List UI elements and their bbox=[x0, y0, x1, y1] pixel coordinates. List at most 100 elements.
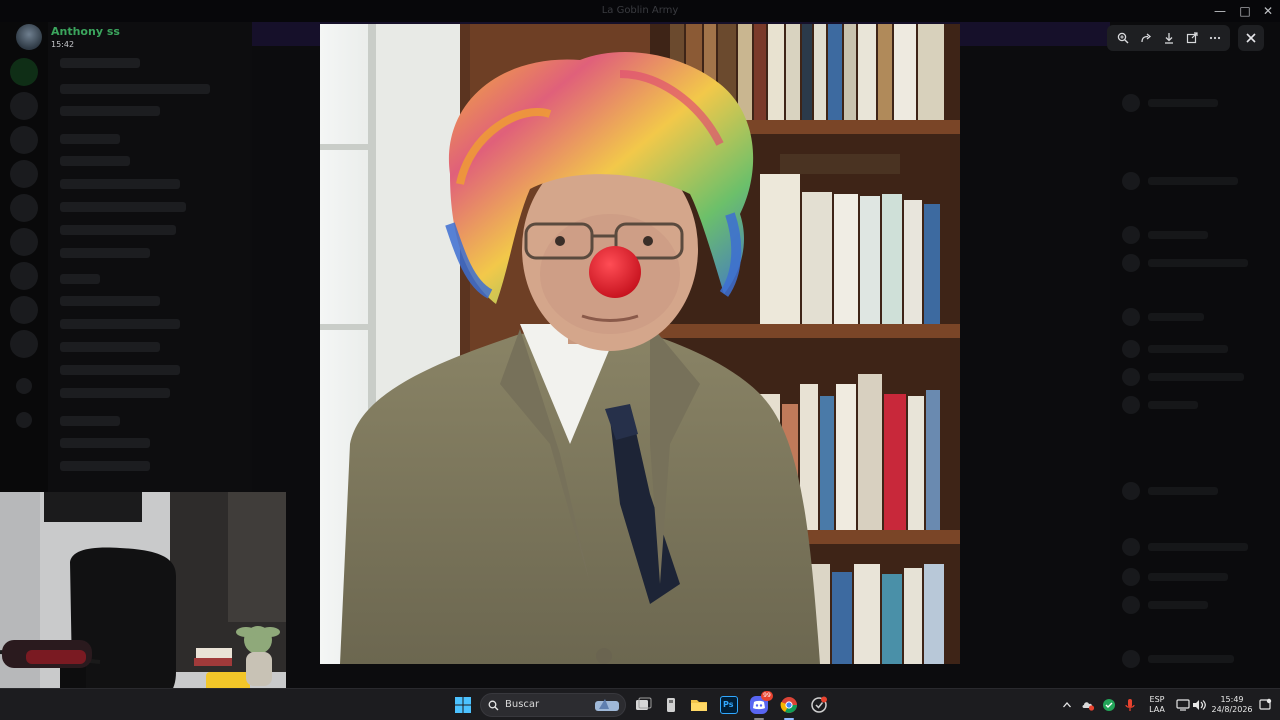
member-row[interactable] bbox=[1122, 596, 1252, 614]
clock[interactable]: 15:49 24/8/2026 bbox=[1210, 695, 1254, 715]
channel-row[interactable] bbox=[60, 319, 180, 329]
volume-icon[interactable] bbox=[1192, 699, 1206, 711]
member-row[interactable] bbox=[1122, 254, 1252, 272]
member-row[interactable] bbox=[1122, 482, 1252, 500]
close-icon[interactable] bbox=[1238, 25, 1264, 51]
avatar bbox=[1122, 172, 1140, 190]
avatar bbox=[1122, 596, 1140, 614]
channel-row[interactable] bbox=[60, 461, 150, 471]
member-row[interactable] bbox=[1122, 308, 1252, 326]
avatar bbox=[1122, 226, 1140, 244]
language-indicator[interactable]: ESP LAA bbox=[1146, 695, 1168, 715]
server-icon[interactable] bbox=[10, 330, 38, 358]
forward-icon[interactable] bbox=[1137, 29, 1155, 47]
author-avatar[interactable] bbox=[16, 24, 42, 50]
attachment-image[interactable] bbox=[320, 24, 960, 664]
member-name-placeholder bbox=[1148, 573, 1228, 581]
channel-row[interactable] bbox=[60, 342, 160, 352]
add-server-icon[interactable] bbox=[16, 378, 32, 394]
microphone-icon[interactable] bbox=[1124, 698, 1136, 712]
channel-row[interactable] bbox=[60, 84, 210, 94]
channel-row[interactable] bbox=[60, 179, 180, 189]
member-name-placeholder bbox=[1148, 99, 1218, 107]
clock-time: 15:49 bbox=[1220, 695, 1244, 704]
more-icon[interactable] bbox=[1206, 29, 1224, 47]
member-name-placeholder bbox=[1148, 601, 1208, 609]
server-icon[interactable] bbox=[10, 58, 38, 86]
member-name-placeholder bbox=[1148, 401, 1198, 409]
server-icon[interactable] bbox=[10, 92, 38, 120]
maximize-icon[interactable]: □ bbox=[1233, 0, 1257, 22]
member-row[interactable] bbox=[1122, 94, 1252, 112]
category-row[interactable] bbox=[60, 274, 100, 284]
message-timestamp: 15:42 bbox=[51, 40, 75, 49]
server-icon[interactable] bbox=[10, 160, 38, 188]
avatar bbox=[1122, 538, 1140, 556]
avatar bbox=[1122, 368, 1140, 386]
member-name-placeholder bbox=[1148, 345, 1228, 353]
channel-row[interactable] bbox=[60, 202, 186, 212]
windows-start-icon[interactable] bbox=[454, 696, 472, 714]
member-name-placeholder bbox=[1148, 313, 1204, 321]
channel-row[interactable] bbox=[60, 365, 180, 375]
photoshop-label: Ps bbox=[723, 700, 734, 709]
member-row[interactable] bbox=[1122, 538, 1252, 556]
file-icon[interactable] bbox=[662, 696, 680, 714]
zoom-icon[interactable] bbox=[1114, 29, 1132, 47]
channel-row[interactable] bbox=[60, 106, 160, 116]
channel-row[interactable] bbox=[60, 388, 170, 398]
member-row[interactable] bbox=[1122, 340, 1252, 358]
member-name-placeholder bbox=[1148, 543, 1248, 551]
clock-date: 24/8/2026 bbox=[1211, 705, 1253, 714]
channel-row[interactable] bbox=[60, 156, 130, 166]
member-name-placeholder bbox=[1148, 655, 1234, 663]
security-icon[interactable] bbox=[1102, 698, 1116, 712]
member-row[interactable] bbox=[1122, 568, 1252, 586]
window-title: La Goblin Army bbox=[601, 5, 679, 16]
server-icon[interactable] bbox=[10, 296, 38, 324]
member-row[interactable] bbox=[1122, 172, 1252, 190]
network-icon[interactable] bbox=[1176, 699, 1190, 711]
avatar bbox=[1122, 396, 1140, 414]
channel-row[interactable] bbox=[60, 225, 176, 235]
download-icon[interactable] bbox=[1160, 29, 1178, 47]
channel-row[interactable] bbox=[60, 248, 150, 258]
app-icon[interactable] bbox=[810, 696, 828, 714]
cloud-icon[interactable] bbox=[1081, 698, 1095, 712]
avatar bbox=[1122, 308, 1140, 326]
member-row[interactable] bbox=[1122, 368, 1252, 386]
windows-taskbar: Buscar Ps 99 ESP LAA 15:49 24/8/2026 bbox=[0, 688, 1280, 720]
server-icon[interactable] bbox=[10, 126, 38, 154]
avatar bbox=[1122, 482, 1140, 500]
chevron-up-icon[interactable] bbox=[1062, 700, 1072, 710]
member-row[interactable] bbox=[1122, 650, 1252, 668]
discord-icon[interactable]: 99 bbox=[750, 691, 773, 714]
member-name-placeholder bbox=[1148, 259, 1248, 267]
keyboard-layout-label: LAA bbox=[1149, 705, 1165, 714]
member-row[interactable] bbox=[1122, 396, 1252, 414]
taskbar-search[interactable]: Buscar bbox=[480, 693, 626, 717]
avatar bbox=[1122, 94, 1140, 112]
member-name-placeholder bbox=[1148, 177, 1238, 185]
webcam-overlay[interactable] bbox=[0, 492, 286, 720]
window-close-icon[interactable]: ✕ bbox=[1256, 0, 1280, 22]
explorer-icon[interactable] bbox=[690, 696, 708, 714]
task-view-icon[interactable] bbox=[634, 696, 652, 714]
photoshop-icon[interactable]: Ps bbox=[720, 696, 738, 714]
channel-row[interactable] bbox=[60, 296, 160, 306]
explore-icon[interactable] bbox=[16, 412, 32, 428]
channel-row[interactable] bbox=[60, 438, 150, 448]
portrait-image bbox=[320, 24, 960, 664]
chrome-icon[interactable] bbox=[780, 696, 798, 714]
search-highlight-icon bbox=[595, 699, 619, 711]
minimize-icon[interactable]: — bbox=[1208, 0, 1232, 22]
open-external-icon[interactable] bbox=[1183, 29, 1201, 47]
server-icon[interactable] bbox=[10, 228, 38, 256]
category-row[interactable] bbox=[60, 134, 120, 144]
author-name[interactable]: Anthony ss bbox=[51, 25, 120, 38]
server-icon[interactable] bbox=[10, 194, 38, 222]
member-row[interactable] bbox=[1122, 226, 1252, 244]
notification-icon[interactable] bbox=[1258, 698, 1272, 712]
server-icon[interactable] bbox=[10, 262, 38, 290]
category-row[interactable] bbox=[60, 416, 120, 426]
